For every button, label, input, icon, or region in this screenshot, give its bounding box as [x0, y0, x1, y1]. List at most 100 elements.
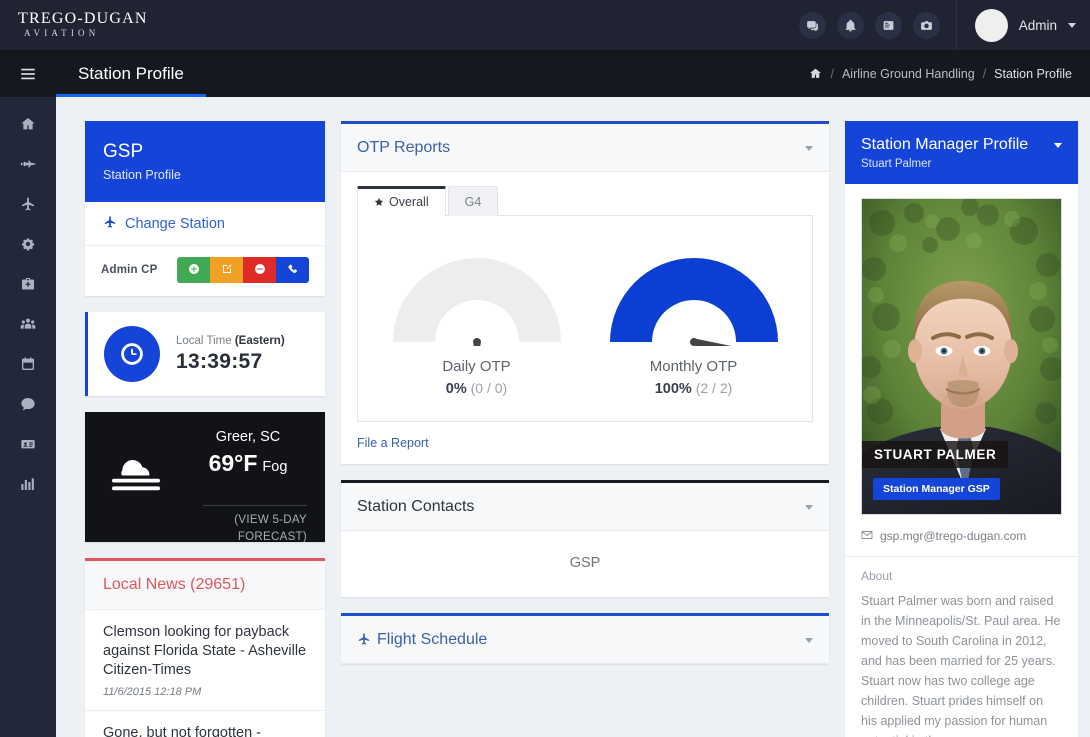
station-hero: GSP Station Profile	[85, 121, 325, 202]
add-button[interactable]	[177, 257, 210, 283]
station-contacts-header[interactable]: Station Contacts	[341, 483, 829, 531]
local-news-header: Local News (29651)	[85, 561, 325, 610]
otp-gauges: Daily OTP 0% (0 / 0)	[368, 242, 802, 397]
main-content: GSP Station Profile Change Station Admin…	[56, 97, 1090, 737]
station-manager-email[interactable]: gsp.mgr@trego-dugan.com	[880, 529, 1026, 543]
gauge-monthly-otp-title: Monthly OTP	[585, 358, 802, 375]
station-subtitle: Station Profile	[103, 168, 307, 182]
weather-temperature: 69°F	[209, 450, 258, 476]
weather-condition: Fog	[262, 459, 287, 475]
about-label: About	[845, 557, 1078, 583]
brand-line1: TREGO-DUGAN	[18, 10, 170, 27]
breadcrumb: / Airline Ground Handling / Station Prof…	[809, 67, 1090, 81]
avatar	[975, 9, 1008, 42]
breadcrumb-separator-2: /	[983, 67, 986, 81]
admin-cp-label: Admin CP	[101, 264, 158, 276]
local-time-text: Local Time (Eastern) 13:39:57	[176, 333, 285, 375]
edit-square-icon	[221, 263, 233, 278]
calendar-icon	[20, 356, 36, 375]
tasks-icon[interactable]	[875, 12, 902, 39]
station-contacts-card: Station Contacts GSP	[341, 480, 829, 597]
star-icon	[374, 195, 384, 209]
cogs-icon	[20, 236, 36, 255]
gauge-monthly-otp-value: 100% (2 / 2)	[585, 380, 802, 397]
breadcrumb-item-0[interactable]: Airline Ground Handling	[842, 67, 975, 81]
local-time-value: 13:39:57	[176, 349, 285, 375]
weather-temp-line: 69°FFog	[195, 448, 301, 482]
about-text: Stuart Palmer was born and raised in the…	[845, 583, 1078, 737]
call-button[interactable]	[276, 257, 309, 283]
flight-schedule-header[interactable]: Flight Schedule	[341, 616, 829, 664]
camera-icon[interactable]	[913, 12, 940, 39]
file-a-report-link[interactable]: File a Report	[357, 436, 429, 450]
plane-icon	[103, 215, 117, 232]
chevron-down-icon[interactable]	[1054, 143, 1062, 148]
breadcrumb-item-1: Station Profile	[994, 67, 1072, 81]
weather-divider	[203, 505, 307, 506]
local-news-card: Local News (29651) Clemson looking for p…	[85, 558, 325, 737]
tab-g4[interactable]: G4	[448, 186, 499, 216]
chevron-down-icon[interactable]	[805, 638, 813, 643]
list-item[interactable]: Gone, but not forgotten -	[85, 711, 325, 737]
sidebar-item-dashboard[interactable]	[0, 105, 56, 145]
edit-button[interactable]	[210, 257, 243, 283]
id-card-icon	[20, 436, 36, 455]
gauge-daily-otp-percent: 0%	[446, 381, 467, 397]
admin-cp-row: Admin CP	[85, 246, 325, 296]
sidebar-item-messages[interactable]	[0, 385, 56, 425]
page-title: Station Profile	[56, 50, 206, 97]
tab-overall-label: Overall	[389, 195, 429, 209]
station-manager-photo-badge: Station Manager GSP	[873, 478, 1000, 500]
sidebar-item-employees[interactable]	[0, 305, 56, 345]
forecast-line1: (VIEW 5-DAY	[103, 512, 307, 529]
otp-reports-header[interactable]: OTP Reports	[341, 124, 829, 172]
hamburger-icon[interactable]	[0, 65, 56, 83]
sidebar-item-safety[interactable]	[0, 265, 56, 305]
station-card-body: Change Station Admin CP	[85, 202, 325, 296]
local-time-prefix: Local Time	[176, 335, 235, 347]
sidebar-item-operations[interactable]	[0, 225, 56, 265]
station-manager-photo: STUART PALMER Station Manager GSP	[861, 198, 1062, 515]
gauge-daily-otp: Daily OTP 0% (0 / 0)	[368, 242, 585, 397]
station-manager-title: Station Manager Profile	[861, 134, 1062, 156]
news-date: 11/6/2015 12:18 PM	[103, 686, 307, 698]
station-manager-header[interactable]: Station Manager Profile Stuart Palmer	[845, 121, 1078, 184]
bell-icon[interactable]	[837, 12, 864, 39]
left-column: GSP Station Profile Change Station Admin…	[85, 121, 325, 737]
fighter-jet-icon	[20, 156, 36, 175]
tab-overall[interactable]: Overall	[357, 186, 446, 216]
comments-icon[interactable]	[799, 12, 826, 39]
weather-card[interactable]: Greer, SC 69°FFog (VIEW 5-DAY FORECAST)	[85, 412, 325, 542]
otp-reports-card: OTP Reports Overall G4	[341, 121, 829, 464]
flight-schedule-title: Flight Schedule	[377, 631, 487, 649]
sidebar-item-flights[interactable]	[0, 185, 56, 225]
chevron-down-icon[interactable]	[805, 146, 813, 151]
local-time-label: Local Time (Eastern)	[176, 333, 285, 349]
change-station-link[interactable]: Change Station	[125, 216, 225, 232]
weather-forecast-link[interactable]: (VIEW 5-DAY FORECAST)	[103, 512, 307, 542]
gauge-daily-otp-value: 0% (0 / 0)	[368, 380, 585, 397]
delete-button[interactable]	[243, 257, 276, 283]
brand-logo[interactable]: TREGO-DUGAN AVIATION	[0, 10, 170, 40]
sidebar-item-fighter-jet[interactable]	[0, 145, 56, 185]
user-menu[interactable]: Admin	[957, 9, 1090, 42]
medkit-icon	[20, 276, 36, 295]
change-station-row[interactable]: Change Station	[85, 202, 325, 246]
otp-reports-body: Overall G4	[341, 172, 829, 422]
clock-icon	[104, 326, 160, 382]
sidebar-item-reports[interactable]	[0, 465, 56, 505]
plane-icon	[357, 632, 371, 647]
middle-column: OTP Reports Overall G4	[341, 121, 829, 737]
fog-icon	[103, 426, 195, 499]
chevron-down-icon[interactable]	[805, 505, 813, 510]
topbar-icon-group	[799, 12, 956, 39]
sidebar-item-schedule[interactable]	[0, 345, 56, 385]
otp-footer: File a Report	[341, 422, 829, 464]
station-card: GSP Station Profile Change Station Admin…	[85, 121, 325, 296]
user-name: Admin	[1019, 18, 1057, 33]
sidebar-item-badging[interactable]	[0, 425, 56, 465]
flight-schedule-card: Flight Schedule	[341, 613, 829, 664]
home-icon[interactable]	[809, 67, 822, 80]
list-item[interactable]: Clemson looking for payback against Flor…	[85, 610, 325, 711]
station-manager-email-row[interactable]: gsp.mgr@trego-dugan.com	[845, 515, 1078, 557]
